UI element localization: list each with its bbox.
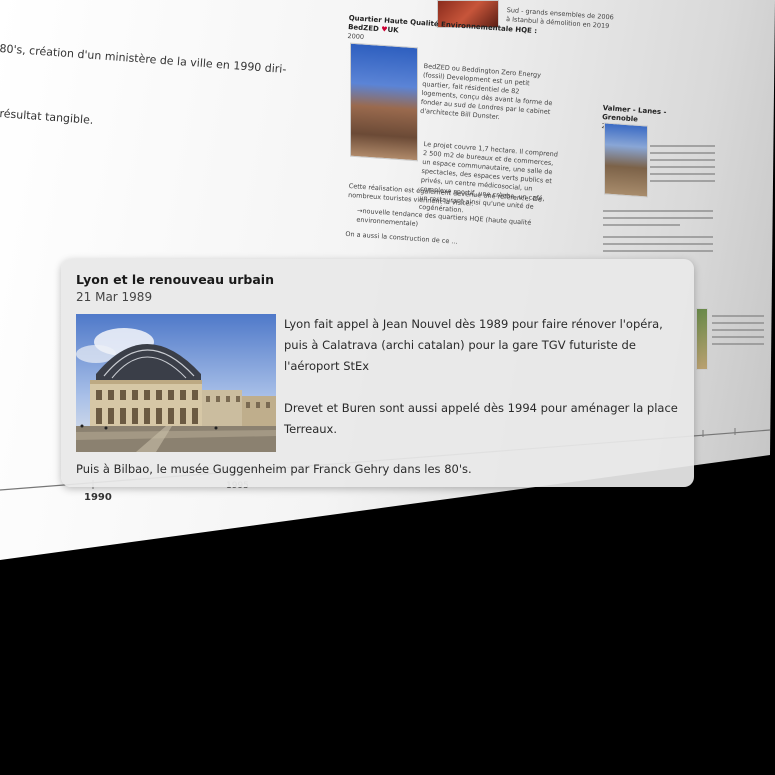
timeline-item-hqe-text: BedZED ou Beddington Zero Energy (fossil…	[420, 62, 559, 126]
text-line	[603, 224, 680, 226]
timeline-photo-thumbnail[interactable]	[696, 308, 708, 370]
text-line	[603, 243, 713, 245]
text-line	[603, 217, 713, 219]
text-line	[603, 210, 713, 212]
event-paragraph: Drevet et Buren sont aussi appelé dès 19…	[284, 401, 678, 436]
text-line	[712, 329, 764, 331]
text-line	[712, 315, 764, 317]
event-date: 21 Mar 1989	[76, 290, 153, 304]
text-line	[650, 145, 715, 147]
text-line	[712, 322, 764, 324]
event-description: Lyon fait appel à Jean Nouvel dès 1989 p…	[284, 314, 679, 461]
text-line	[650, 166, 715, 168]
text-line	[712, 343, 764, 345]
timeline-photo-thumbnail[interactable]	[604, 122, 648, 198]
event-paragraph: Lyon fait appel à Jean Nouvel dès 1989 p…	[284, 317, 663, 373]
text-line	[603, 250, 713, 252]
bg-scribble-block	[650, 140, 715, 187]
text-line	[603, 236, 713, 238]
bg-paragraph: BedZED ou Beddington Zero Energy (fossil…	[419, 62, 553, 122]
text-line	[650, 159, 715, 161]
bg-scribble-block	[712, 310, 764, 350]
opera-lyon-image	[76, 314, 276, 452]
text-line	[650, 180, 715, 182]
event-title: Lyon et le renouveau urbain	[76, 272, 274, 287]
text-line	[650, 173, 715, 175]
country-label: UK	[387, 25, 399, 35]
bg-scribble-block	[603, 205, 713, 257]
event-footer-text: Puis à Bilbao, le musée Guggenheim par F…	[76, 462, 472, 476]
text-line	[650, 152, 715, 154]
event-photo[interactable]	[76, 314, 276, 452]
text-line	[712, 336, 764, 338]
axis-tick-label: 1990	[84, 492, 112, 503]
event-detail-card[interactable]: Lyon et le renouveau urbain 21 Mar 1989	[61, 259, 694, 487]
timeline-photo-thumbnail[interactable]	[350, 42, 418, 162]
